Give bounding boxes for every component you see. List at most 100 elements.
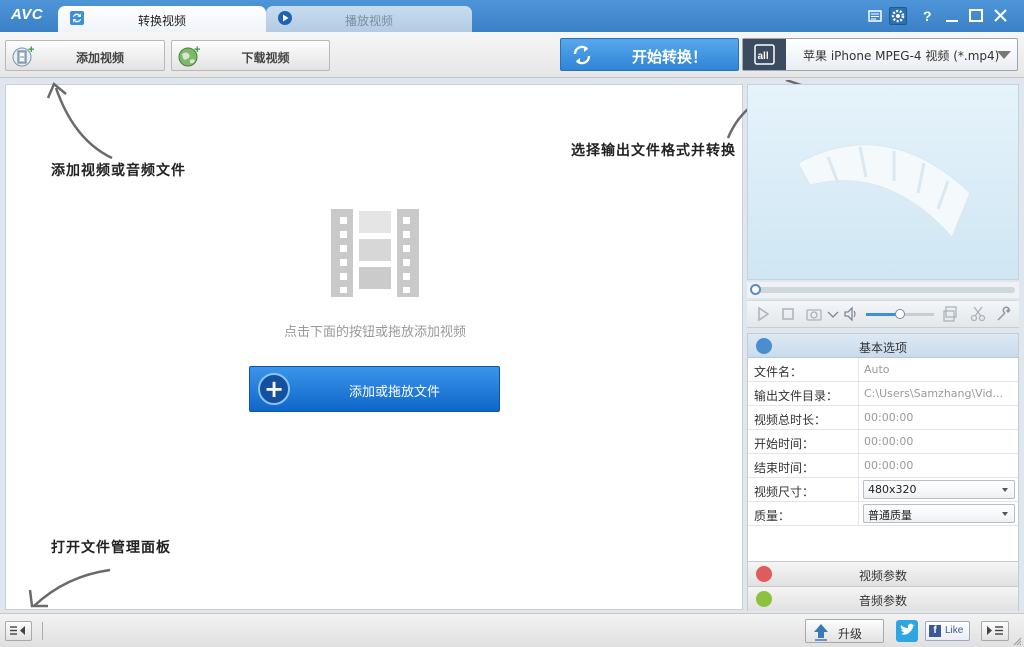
video-params-header[interactable]: 视频参数: [748, 561, 1018, 586]
tab-convert-video[interactable]: 转换视频: [58, 6, 266, 32]
volume-icon[interactable]: [843, 306, 859, 322]
download-video-label: 下载视频: [241, 51, 290, 65]
property-key: 输出文件目录：: [754, 389, 839, 403]
refresh-icon: [573, 45, 591, 65]
annotation-open-file-panel: 打开文件管理面板: [51, 540, 171, 556]
start-convert-button[interactable]: 开始转换！: [560, 38, 739, 71]
format-badge: all: [743, 39, 786, 70]
play-icon[interactable]: [755, 306, 771, 322]
film-reel-icon: [797, 144, 971, 238]
settings-gear-icon[interactable]: [889, 7, 907, 25]
playback-progress-bar[interactable]: [747, 282, 1019, 298]
property-row-start-time: 开始时间： 00:00:00: [748, 430, 1018, 454]
property-value: 00:00:00: [864, 435, 914, 448]
add-video-button[interactable]: + 添加视频: [5, 40, 165, 71]
title-bar: AVC 转换视频 播放视频 ?: [0, 0, 1024, 32]
basic-options-panel: 基本选项 文件名： Auto 输出文件目录： C:\Users\Samzhang…: [747, 333, 1019, 611]
property-row-filename: 文件名： Auto: [748, 358, 1018, 382]
property-key: 结束时间：: [754, 461, 815, 475]
scissors-icon[interactable]: [970, 306, 986, 322]
output-dir-field[interactable]: C:\Users\Samzhang\Vid...: [858, 382, 1018, 405]
start-time-field[interactable]: 00:00:00: [858, 430, 1018, 453]
toggle-file-panel-button[interactable]: [5, 621, 32, 641]
twitter-icon[interactable]: [896, 620, 918, 642]
like-label: Like: [945, 625, 964, 636]
tab-play-video-label: 播放视频: [344, 14, 393, 28]
property-key: 开始时间：: [754, 437, 815, 451]
panel-toggle-icon: [10, 626, 25, 635]
svg-text:?: ?: [923, 8, 932, 24]
toggle-right-panel-button[interactable]: [981, 621, 1009, 641]
video-preview: [747, 84, 1019, 280]
crop-icon[interactable]: [943, 306, 959, 322]
tab-convert-video-label: 转换视频: [137, 14, 186, 28]
format-selected-label: 苹果 iPhone MPEG-4 视频 (*.mp4): [803, 49, 1000, 63]
basic-options-header[interactable]: 基本选项: [748, 334, 1018, 358]
volume-knob[interactable]: [895, 309, 905, 319]
player-controls: [747, 300, 1019, 328]
property-row-video-size: 视频尺寸： 480x320: [748, 478, 1018, 502]
property-value: C:\Users\Samzhang\Vid...: [864, 387, 1003, 400]
video-size-cell: 480x320: [858, 478, 1018, 501]
chevron-down-icon: [1002, 488, 1008, 492]
quality-select[interactable]: 普通质量: [863, 504, 1015, 523]
wrench-icon[interactable]: [996, 306, 1012, 322]
volume-slider[interactable]: [866, 309, 934, 319]
duration-field: 00:00:00: [858, 406, 1018, 429]
maximize-icon[interactable]: [967, 7, 985, 25]
add-video-label: 添加视频: [75, 51, 124, 65]
upgrade-button[interactable]: 升级: [805, 619, 884, 643]
format-badge-text: all: [758, 51, 769, 62]
camera-icon[interactable]: [806, 306, 822, 322]
status-bar: 升级 f Like: [0, 613, 1024, 647]
property-key: 视频尺寸：: [754, 485, 815, 499]
svg-text:+: +: [28, 45, 34, 56]
basic-options-title: 基本选项: [858, 341, 907, 355]
minimize-icon[interactable]: [943, 7, 961, 25]
facebook-icon: f: [929, 625, 941, 637]
property-key: 视频总时长：: [754, 413, 827, 427]
upload-arrow-icon: [814, 624, 828, 641]
drag-hint-text: 点击下面的按钮或拖放添加视频: [283, 325, 466, 340]
annotation-choose-format: 选择输出文件格式并转换: [571, 143, 736, 159]
arrow-to-add-video-icon: [46, 81, 113, 160]
globe-add-icon: +: [178, 45, 200, 67]
property-value: Auto: [864, 363, 890, 376]
property-row-quality: 质量： 普通质量: [748, 502, 1018, 526]
app-logo: AVC: [11, 6, 44, 23]
upgrade-label: 升级: [838, 627, 863, 641]
list-icon[interactable]: [866, 7, 884, 25]
chevron-down-icon[interactable]: [825, 306, 841, 322]
filename-field[interactable]: Auto: [858, 358, 1018, 381]
close-icon[interactable]: [991, 7, 1009, 25]
progress-knob[interactable]: [750, 284, 761, 295]
start-convert-label: 开始转换！: [631, 48, 707, 66]
audio-params-header[interactable]: 音频参数: [748, 586, 1018, 611]
facebook-like-button[interactable]: f Like: [925, 621, 970, 641]
download-video-button[interactable]: + 下载视频: [171, 40, 330, 71]
progress-track: [751, 287, 1015, 293]
property-row-end-time: 结束时间： 00:00:00: [748, 454, 1018, 478]
property-value: 普通质量: [868, 509, 912, 522]
stop-icon[interactable]: [780, 306, 796, 322]
chevron-down-icon: [997, 51, 1011, 59]
annotation-add-files: 添加视频或音频文件: [51, 163, 186, 179]
add-or-drop-files-button[interactable]: + 添加或拖放文件: [249, 366, 500, 412]
add-or-drop-files-label: 添加或拖放文件: [348, 385, 440, 400]
video-params-label: 视频参数: [858, 569, 907, 583]
video-size-select[interactable]: 480x320: [863, 480, 1015, 499]
end-time-field[interactable]: 00:00:00: [858, 454, 1018, 477]
tab-play-video[interactable]: 播放视频: [266, 6, 472, 32]
resize-grip-icon[interactable]: [1012, 636, 1022, 646]
output-format-select[interactable]: all 苹果 iPhone MPEG-4 视频 (*.mp4): [742, 38, 1018, 71]
chevron-down-icon: [1002, 512, 1008, 516]
property-key: 文件名：: [754, 365, 803, 379]
add-film-icon: +: [12, 45, 34, 67]
plus-icon: +: [258, 373, 290, 405]
divider: [42, 622, 43, 640]
help-icon[interactable]: ?: [918, 7, 936, 25]
property-row-duration: 视频总时长： 00:00:00: [748, 406, 1018, 430]
film-strip-icon: [331, 209, 419, 297]
property-value: 00:00:00: [864, 411, 914, 424]
property-value: 00:00:00: [864, 459, 914, 472]
